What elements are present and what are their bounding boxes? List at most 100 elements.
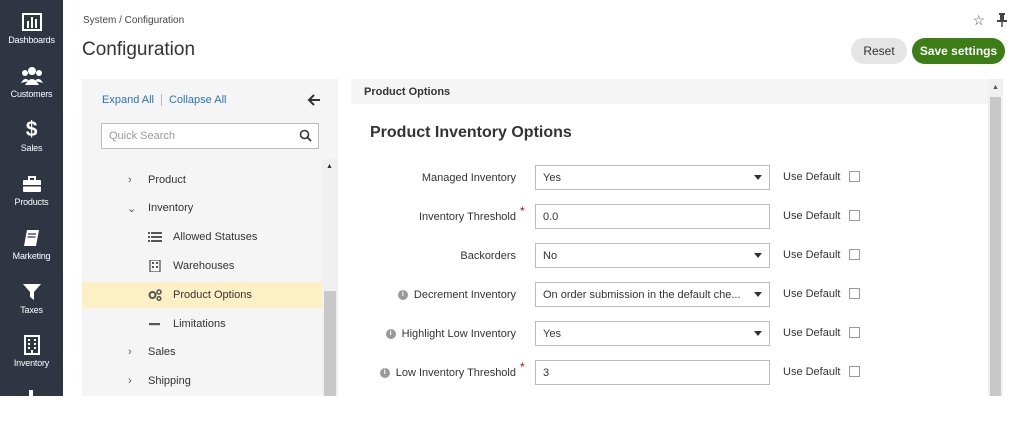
quick-search-field <box>101 123 319 149</box>
field-label: Backorders <box>460 250 516 262</box>
cogs-icon <box>148 289 162 301</box>
dropdown-arrow-icon <box>754 175 762 180</box>
app-root: Dashboards Customers $ Sales Products Ma… <box>0 0 1015 431</box>
chevron-right-icon[interactable]: › <box>128 375 132 387</box>
select-value: Yes <box>543 172 561 184</box>
page-title: Configuration <box>82 39 196 60</box>
collapse-all-link[interactable]: Collapse All <box>169 94 226 106</box>
field-label: i Low Inventory Threshold <box>379 367 516 379</box>
nav-item-label: Taxes <box>20 305 43 315</box>
page-actions: ☆ <box>972 12 1007 29</box>
nav-item-sales[interactable]: $ Sales <box>0 118 63 153</box>
tree-item-label: Allowed Statuses <box>173 231 258 243</box>
nav-item-dashboards[interactable]: Dashboards <box>0 12 63 45</box>
save-settings-button[interactable]: Save settings <box>912 38 1005 64</box>
use-default-checkbox[interactable] <box>849 210 860 221</box>
tree-item-limitations[interactable]: Limitations <box>82 311 322 337</box>
tree-item-allowed-statuses[interactable]: Allowed Statuses <box>82 224 322 250</box>
field-label: i Highlight Low Inventory <box>385 328 516 340</box>
scroll-up-icon[interactable]: ▲ <box>992 84 999 91</box>
tree-item-product-options[interactable]: Product Options <box>82 282 322 308</box>
use-default-label: Use Default <box>783 171 841 183</box>
tree-item-label: Shipping <box>148 375 191 387</box>
nav-item-label: Inventory <box>13 358 50 368</box>
field-label-text: Low Inventory Threshold <box>395 367 516 379</box>
field-managed-inventory: Managed Inventory Yes Use Default <box>351 165 988 191</box>
field-label: i Decrement Inventory <box>397 289 516 301</box>
use-default-label: Use Default <box>783 366 841 378</box>
info-icon[interactable]: i <box>397 290 408 300</box>
decrement-inventory-select[interactable]: On order submission in the default che..… <box>535 282 770 307</box>
field-backorders: Backorders No Use Default <box>351 243 988 269</box>
nav-more-indicator <box>29 390 33 396</box>
tree-item-product[interactable]: › Product <box>82 167 322 193</box>
content-scrollbar[interactable]: ▲ <box>988 79 1003 396</box>
info-icon[interactable]: i <box>379 368 390 378</box>
chevron-right-icon[interactable]: › <box>128 174 132 186</box>
star-icon[interactable]: ☆ <box>972 12 985 29</box>
tree-item-label: Sales <box>148 346 176 358</box>
expand-all-link[interactable]: Expand All <box>102 94 154 106</box>
nav-item-products[interactable]: Products <box>0 174 63 207</box>
nav-item-inventory[interactable]: Inventory <box>0 335 63 368</box>
field-label-text: Inventory Threshold <box>418 211 516 223</box>
reset-button[interactable]: Reset <box>851 38 907 64</box>
field-inventory-threshold: Inventory Threshold * 0.0 Use Default <box>351 204 988 230</box>
search-icon[interactable] <box>299 129 312 142</box>
required-asterisk: * <box>520 204 525 218</box>
scrollbar-thumb[interactable] <box>324 291 336 396</box>
tree-item-label: Product Options <box>173 289 252 301</box>
dropdown-arrow-icon <box>754 253 762 258</box>
required-asterisk: * <box>520 360 525 374</box>
breadcrumb[interactable]: System / Configuration <box>83 15 184 26</box>
select-value: No <box>543 250 558 262</box>
use-default-label: Use Default <box>783 327 841 339</box>
quick-search-input[interactable] <box>102 124 292 148</box>
use-default-checkbox[interactable] <box>849 366 860 377</box>
tree-item-label: Warehouses <box>173 260 235 272</box>
nav-item-label: Products <box>14 197 49 207</box>
managed-inventory-select[interactable]: Yes <box>535 165 770 190</box>
scrollbar-thumb[interactable] <box>990 97 1001 396</box>
use-default-checkbox[interactable] <box>849 249 860 260</box>
field-label-text: Managed Inventory <box>421 172 516 184</box>
nav-item-customers[interactable]: Customers <box>0 66 63 99</box>
dollar-icon: $ <box>25 118 38 141</box>
book-icon <box>23 230 39 246</box>
chevron-down-icon[interactable]: ⌄ <box>127 202 136 215</box>
use-default-label: Use Default <box>783 288 841 300</box>
use-default-label: Use Default <box>783 210 841 222</box>
select-value: On order submission in the default che..… <box>543 289 741 301</box>
select-value: Yes <box>543 328 561 340</box>
briefcase-icon <box>22 176 41 192</box>
nav-item-marketing[interactable]: Marketing <box>0 228 63 261</box>
minus-icon <box>149 323 160 326</box>
inventory-threshold-input[interactable]: 0.0 <box>535 204 770 229</box>
content-header: Product Options <box>351 79 988 104</box>
nav-item-taxes[interactable]: Taxes <box>0 282 63 315</box>
building-icon <box>23 335 40 355</box>
scroll-up-icon[interactable]: ▲ <box>326 163 333 170</box>
tree-item-shipping[interactable]: › Shipping <box>82 368 322 394</box>
field-highlight-low-inventory: i Highlight Low Inventory Yes Use Default <box>351 321 988 347</box>
use-default-checkbox[interactable] <box>849 171 860 182</box>
warehouse-icon <box>149 260 161 272</box>
use-default-checkbox[interactable] <box>849 288 860 299</box>
list-icon <box>148 232 162 242</box>
collapse-panel-icon[interactable] <box>307 93 321 107</box>
field-label: Inventory Threshold <box>419 211 516 223</box>
chevron-right-icon[interactable]: › <box>128 346 132 358</box>
low-inventory-threshold-input[interactable]: 3 <box>535 360 770 385</box>
backorders-select[interactable]: No <box>535 243 770 268</box>
tree-item-label: Inventory <box>148 202 194 214</box>
tree-item-inventory[interactable]: ⌄ Inventory <box>82 195 322 221</box>
field-decrement-inventory: i Decrement Inventory On order submission… <box>351 282 988 308</box>
tree-scrollbar[interactable]: ▲ <box>322 159 338 396</box>
use-default-checkbox[interactable] <box>849 327 860 338</box>
info-icon[interactable]: i <box>385 329 396 339</box>
tree-item-warehouses[interactable]: Warehouses <box>82 253 322 279</box>
field-low-inventory-threshold: i Low Inventory Threshold * 3 Use Default <box>351 360 988 386</box>
tree-item-sales[interactable]: › Sales <box>82 339 322 365</box>
pin-icon[interactable] <box>997 13 1007 27</box>
highlight-low-inventory-select[interactable]: Yes <box>535 321 770 346</box>
